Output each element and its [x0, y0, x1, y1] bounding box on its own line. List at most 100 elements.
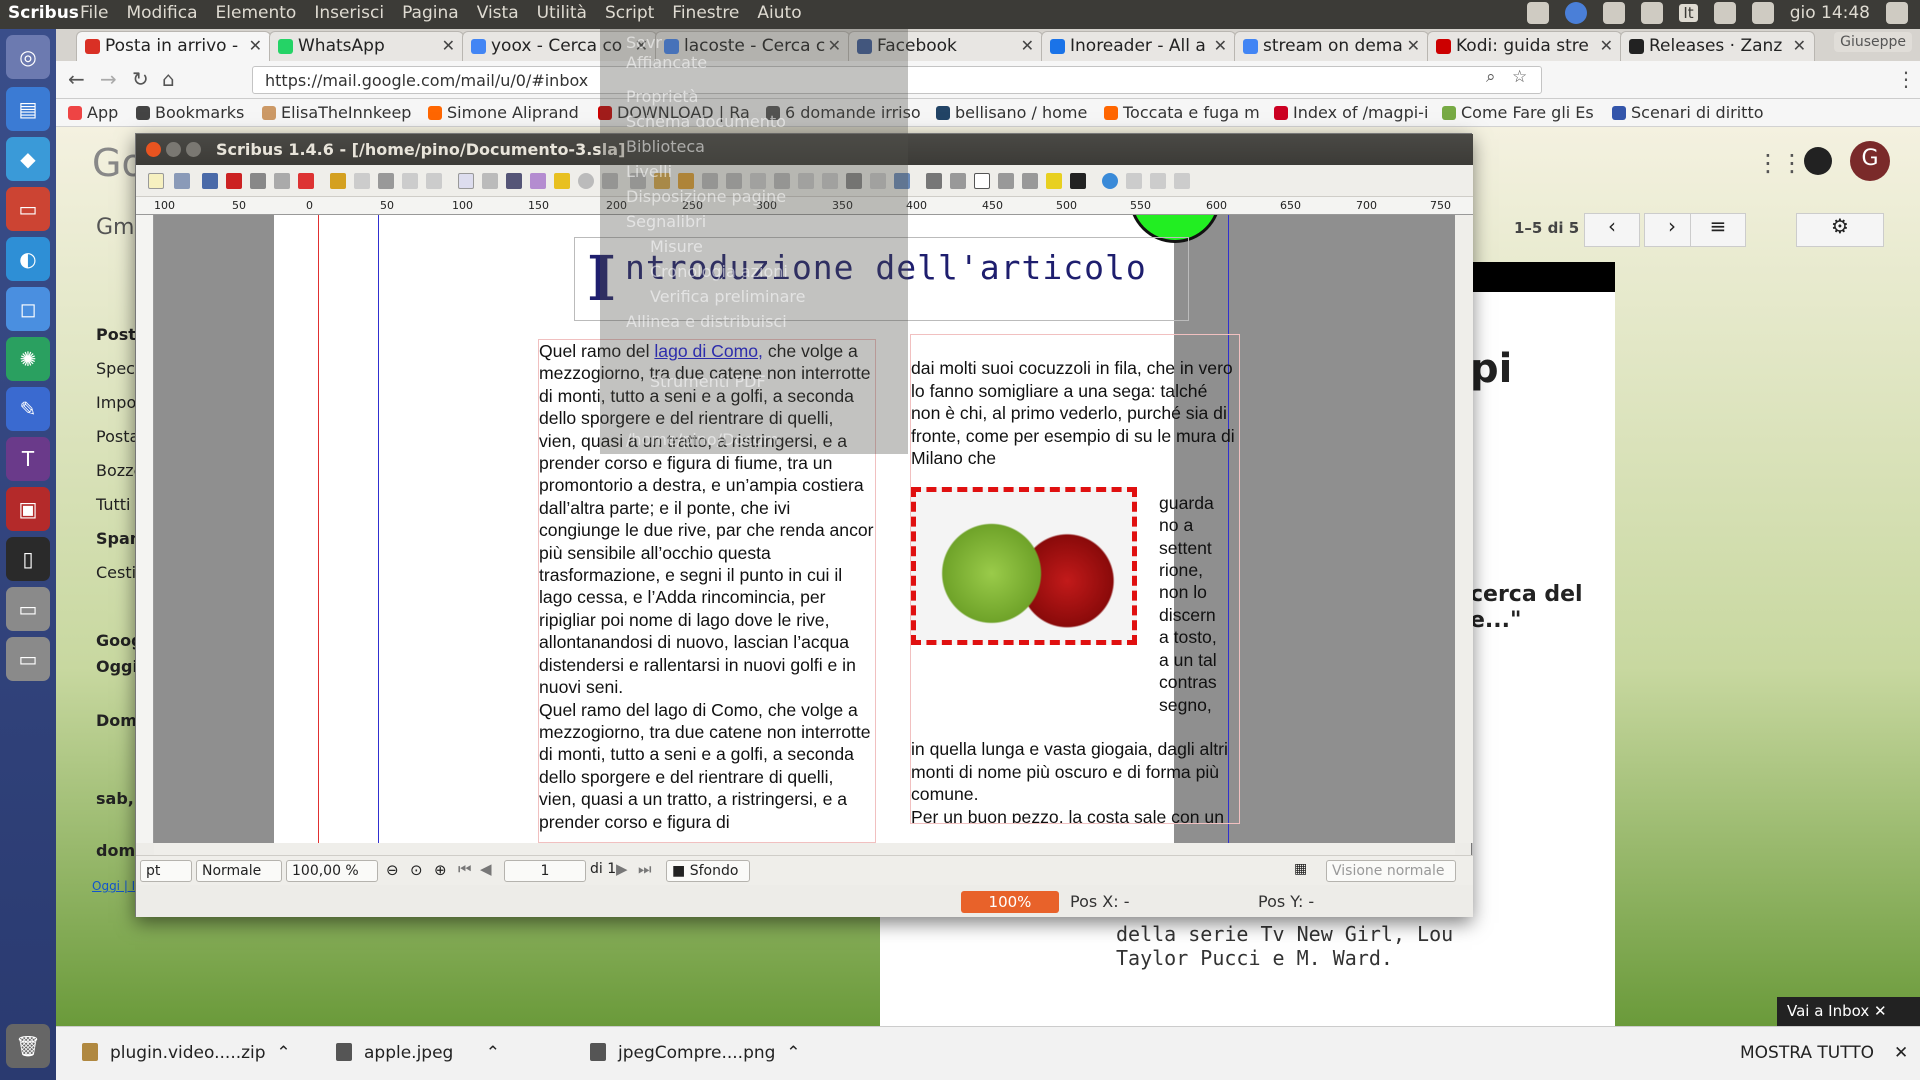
bookmark-item[interactable]: App — [68, 103, 118, 122]
save-icon[interactable] — [202, 173, 218, 189]
first-page-icon[interactable]: ⏮ — [458, 860, 472, 878]
minimize-window-icon[interactable] — [166, 142, 181, 157]
menu-vista[interactable]: Vista — [477, 3, 519, 23]
clock[interactable]: gio 14:48 — [1790, 3, 1870, 23]
close-window-icon[interactable] — [146, 142, 161, 157]
close-icon[interactable]: ✕ — [1793, 36, 1806, 55]
prev-page-icon[interactable]: ◀ — [480, 860, 492, 878]
menu-item[interactable]: Sovr — [626, 33, 662, 52]
forward-icon[interactable]: → — [100, 67, 117, 91]
zoom-out-icon[interactable]: ⊖ — [386, 861, 399, 879]
menu-aiuto[interactable]: Aiuto — [757, 3, 801, 23]
image-frame-icon[interactable] — [506, 173, 522, 189]
go-to-inbox-banner[interactable]: Vai a Inbox ✕ — [1777, 997, 1920, 1026]
tab-stream[interactable]: stream on dema ✕ — [1234, 31, 1429, 61]
copy-icon[interactable] — [402, 173, 418, 189]
vertical-ruler[interactable] — [136, 215, 154, 843]
menu-item[interactable]: Strumenti PDF — [650, 372, 766, 391]
reload-icon[interactable]: ↻ — [132, 67, 149, 91]
menu-elemento[interactable]: Elemento — [216, 3, 297, 23]
trash-icon[interactable]: 🗑 — [6, 1024, 50, 1068]
back-icon[interactable]: ← — [68, 67, 85, 91]
bookmark-item[interactable]: bellisano / home — [936, 103, 1087, 122]
bookmark-item[interactable]: Toccata e fuga m — [1104, 103, 1260, 122]
profile-badge[interactable]: Giuseppe — [1834, 32, 1912, 52]
color-management-icon[interactable]: ▦ — [1294, 861, 1307, 877]
chrome-icon[interactable] — [1565, 2, 1588, 24]
undo-icon[interactable] — [330, 173, 346, 189]
menu-inserisci[interactable]: Inserisci — [314, 3, 384, 23]
maximize-window-icon[interactable] — [186, 142, 201, 157]
pdf-link-icon[interactable] — [1070, 173, 1086, 189]
menu-item[interactable]: Livelli — [626, 162, 672, 181]
bookmark-item[interactable]: Come Fare gli Es — [1442, 103, 1594, 122]
print-icon[interactable] — [250, 173, 266, 189]
table-icon[interactable] — [554, 173, 570, 189]
sidebar-item[interactable]: Tutti i — [96, 495, 140, 514]
menu-pagina[interactable]: Pagina — [402, 3, 459, 23]
drive-icon[interactable]: ▭ — [6, 587, 50, 631]
last-page-icon[interactable]: ⏭ — [638, 860, 652, 878]
bookmark-item[interactable]: Simone Aliprand — [428, 103, 579, 122]
preview-mode-3-icon[interactable] — [1174, 173, 1190, 189]
apple-image-frame[interactable] — [911, 487, 1137, 645]
pdf-annotation-icon[interactable] — [1046, 173, 1062, 189]
zoom-reset-icon[interactable]: ⊙ — [410, 861, 423, 879]
download-item[interactable]: apple.jpeg ⌃ — [336, 1043, 500, 1063]
home-icon[interactable]: ⌂ — [162, 67, 175, 91]
close-document-icon[interactable] — [226, 173, 242, 189]
bookmark-item[interactable]: Index of /magpi-i — [1274, 103, 1428, 122]
sidebar-item[interactable]: Speci — [96, 359, 139, 378]
volume-icon[interactable] — [1751, 2, 1774, 24]
notifications-icon[interactable] — [1804, 147, 1832, 175]
pdf-listbox-icon[interactable] — [1022, 173, 1038, 189]
kodi-icon[interactable]: ◆ — [6, 137, 50, 181]
page-number-field[interactable]: 1 — [504, 860, 586, 882]
cut-icon[interactable] — [378, 173, 394, 189]
apps-grid-icon[interactable]: ⋮⋮ — [1756, 149, 1804, 177]
dash-home-icon[interactable]: ◎ — [6, 35, 50, 79]
view-mode-select[interactable]: Visione normale — [1326, 860, 1456, 882]
layer-select[interactable]: ■ Sfondo — [666, 860, 750, 882]
settings-gear-icon[interactable] — [1886, 2, 1908, 24]
tex-icon[interactable]: T — [6, 437, 50, 481]
thunderbird-icon[interactable]: ◐ — [6, 237, 50, 281]
zoom-field[interactable]: 100,00 % — [286, 860, 378, 882]
paste-icon[interactable] — [426, 173, 442, 189]
menu-item[interactable]: Segnalibri — [626, 212, 706, 231]
chevron-up-icon[interactable]: ⌃ — [786, 1043, 800, 1063]
menu-item[interactable]: Cronologia azioni — [650, 262, 788, 281]
text-frame-icon[interactable] — [482, 173, 498, 189]
menu-item[interactable]: Disposizione pagine — [626, 187, 786, 206]
next-page-icon[interactable]: ▶ — [616, 860, 628, 878]
image-mode-select[interactable]: Normale — [196, 860, 282, 882]
close-icon[interactable]: ✕ — [1021, 36, 1034, 55]
menu-modifica[interactable]: Modifica — [126, 3, 197, 23]
view-density-button[interactable]: ≡ — [1690, 213, 1746, 247]
drive-2-icon[interactable]: ▭ — [6, 637, 50, 681]
menu-icon[interactable]: ⋮ — [1896, 67, 1916, 91]
menu-item[interactable]: /home/pino/Docum — [626, 430, 779, 449]
sync-icon[interactable] — [1603, 2, 1626, 24]
menu-item[interactable]: Allinea e distribuisci — [626, 312, 787, 331]
settings-gear-icon[interactable]: ⚙ — [1796, 213, 1884, 247]
terminal-icon[interactable]: ▯ — [6, 537, 50, 581]
colormanagement-icon[interactable] — [1102, 173, 1118, 189]
bookmark-item[interactable]: ElisaTheInnkeep — [262, 103, 411, 122]
chevron-up-icon[interactable]: ⌃ — [276, 1043, 290, 1063]
zoom-icon[interactable]: ⌕ — [1486, 67, 1496, 87]
presentation-icon[interactable]: ▣ — [6, 487, 50, 531]
tab-inoreader[interactable]: Inoreader - All a ✕ — [1041, 31, 1236, 61]
menu-item[interactable]: Biblioteca — [626, 137, 705, 156]
close-icon[interactable]: ✕ — [1407, 36, 1420, 55]
files-icon[interactable]: ▤ — [6, 87, 50, 131]
atom-icon[interactable]: ✺ — [6, 337, 50, 381]
scribus-icon[interactable]: ▭ — [6, 187, 50, 231]
zoom-in-icon[interactable]: ⊕ — [434, 861, 447, 879]
menu-utilita[interactable]: Utilità — [537, 3, 587, 23]
menu-finestre[interactable]: Finestre — [672, 3, 739, 23]
pdf-export-icon[interactable] — [298, 173, 314, 189]
pencil-icon[interactable]: ✎ — [6, 387, 50, 431]
pdf-textfield-icon[interactable] — [950, 173, 966, 189]
unit-select[interactable]: pt — [140, 860, 192, 882]
